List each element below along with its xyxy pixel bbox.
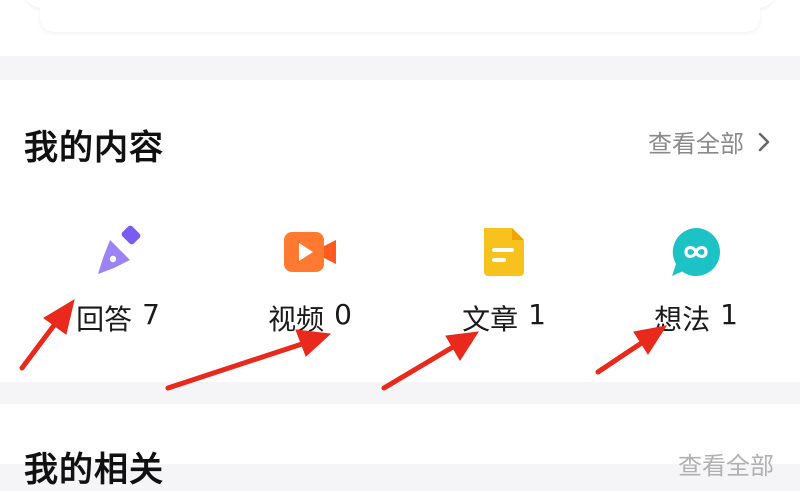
item-label: 回答 — [76, 303, 133, 336]
content-item-articles[interactable]: 文章 1 — [434, 224, 574, 338]
view-all-link[interactable]: 查看全部 — [678, 446, 774, 481]
item-count: 0 — [334, 298, 352, 331]
content-item-thoughts[interactable]: 想法 1 — [626, 224, 766, 338]
item-label: 想法 — [654, 303, 711, 336]
pen-nib-icon — [90, 224, 146, 280]
section-title: 我的内容 — [24, 128, 164, 168]
content-item-answers[interactable]: 回答 7 — [48, 224, 188, 338]
view-all-link[interactable]: 查看全部 — [648, 124, 774, 159]
view-all-label: 查看全部 — [648, 130, 744, 158]
video-camera-icon — [282, 224, 338, 280]
previous-card-bottom — [24, 0, 776, 8]
section-title: 我的相关 — [24, 450, 164, 490]
item-count: 1 — [528, 298, 546, 331]
chat-bubble-icon — [668, 224, 724, 280]
my-content-section: 我的内容 查看全部 回答 7 视频 0 文章 1 想法 1 — [0, 80, 800, 382]
item-label: 文章 — [462, 303, 519, 336]
related-section: 我的相关 查看全部 — [0, 404, 800, 490]
item-label: 视频 — [268, 303, 325, 336]
content-item-videos[interactable]: 视频 0 — [240, 224, 380, 338]
previous-card-stack — [40, 8, 760, 32]
chevron-right-icon — [758, 132, 770, 151]
item-count: 7 — [142, 298, 160, 331]
item-count: 1 — [720, 298, 738, 331]
document-icon — [476, 224, 532, 280]
